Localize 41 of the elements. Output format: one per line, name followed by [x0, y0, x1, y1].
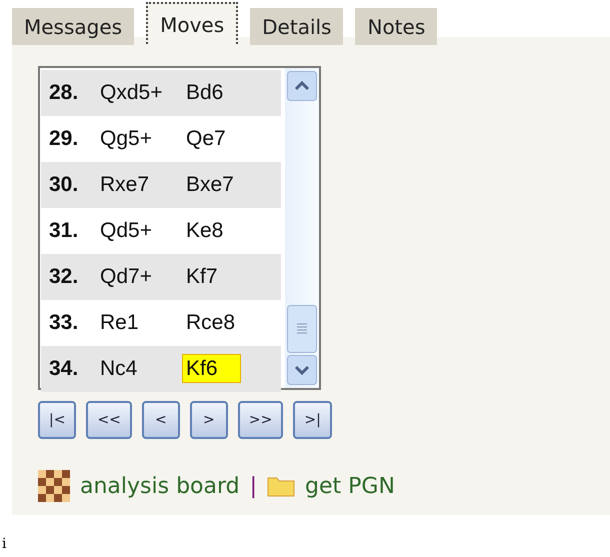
nav-button[interactable]: > — [190, 401, 228, 439]
move[interactable]: Kf6 — [182, 354, 241, 383]
nav-button[interactable]: >| — [293, 401, 332, 439]
move[interactable]: Qd5+ — [96, 216, 156, 245]
move[interactable]: Bd6 — [182, 78, 228, 107]
move[interactable]: Ke8 — [182, 216, 228, 245]
nav-button[interactable]: >> — [238, 401, 284, 439]
separator: | — [250, 474, 258, 498]
move[interactable]: Re1 — [96, 308, 143, 337]
move-number: 34. — [49, 357, 80, 381]
move-number: 30. — [49, 173, 80, 197]
move[interactable]: Qxd5+ — [96, 78, 166, 107]
tab[interactable]: Details — [250, 8, 344, 45]
scroll-thumb-icon[interactable] — [287, 305, 317, 353]
move-number: 28. — [49, 81, 80, 105]
move-number: 29. — [49, 127, 80, 151]
move-number: 32. — [49, 265, 80, 289]
move[interactable]: Nc4 — [96, 354, 142, 383]
move[interactable]: Qd7+ — [96, 262, 156, 291]
stray-character: i — [2, 536, 6, 552]
nav-button[interactable]: |< — [38, 401, 76, 439]
move[interactable]: Kf7 — [182, 262, 222, 291]
scrollbar[interactable] — [285, 68, 319, 388]
move-number: 31. — [49, 219, 80, 243]
folder-icon — [267, 475, 296, 497]
scroll-down-icon[interactable] — [287, 355, 317, 385]
move[interactable]: Qg5+ — [96, 124, 156, 153]
get-pgn-link[interactable]: get PGN — [305, 474, 395, 498]
move[interactable]: Bxe7 — [182, 170, 238, 199]
scroll-up-icon[interactable] — [287, 71, 317, 101]
tab[interactable]: Notes — [355, 8, 438, 45]
move[interactable]: Rce8 — [182, 308, 240, 337]
tab[interactable]: Moves — [146, 2, 238, 44]
move-number: 33. — [49, 311, 80, 335]
chessboard-icon — [38, 470, 70, 502]
nav-button[interactable]: < — [142, 401, 180, 439]
tab[interactable]: Messages — [12, 8, 134, 45]
move[interactable]: Qe7 — [182, 124, 230, 153]
analysis-board-link[interactable]: analysis board — [80, 474, 240, 498]
move[interactable]: Rxe7 — [96, 170, 154, 199]
nav-button[interactable]: << — [86, 401, 132, 439]
